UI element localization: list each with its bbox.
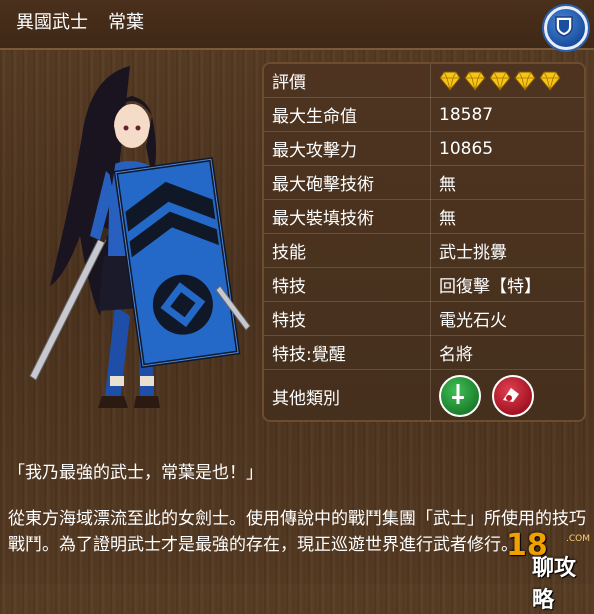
stat-value: 18587 [430, 97, 584, 132]
character-quote: 「我乃最強的武士，常葉是也！」 [8, 463, 263, 483]
rating-diamond-icon [439, 71, 461, 91]
stat-label: 特技 [264, 267, 431, 302]
rating-label: 評價 [264, 64, 431, 98]
stat-label: 技能 [264, 233, 431, 268]
stat-value: 名將 [430, 335, 584, 370]
cannon-icon[interactable] [492, 375, 535, 417]
table-row: 特技 回復擊【特】 [264, 267, 584, 302]
rating-diamond-icon [539, 71, 561, 91]
rating-diamond-icon [489, 71, 511, 91]
site-watermark-logo: 18 .COM 聊攻略 [506, 520, 590, 613]
table-row: 最大砲擊技術 無 [264, 165, 584, 200]
stat-label: 特技:覺醒 [264, 335, 431, 370]
table-row: 特技 電光石火 [264, 301, 584, 336]
rating-value [430, 64, 584, 98]
table-row: 特技:覺醒 名將 [264, 335, 584, 370]
sword-icon[interactable] [439, 375, 481, 417]
character-description: 從東方海域漂流至此的女劍士。使用傳說中的戰鬥集團「武士」所使用的技巧戰鬥。為了證… [8, 509, 586, 555]
stat-value: 無 [430, 165, 584, 200]
table-row: 其他類別 [264, 369, 585, 423]
other-category-label: 其他類別 [264, 369, 431, 422]
character-name: 常葉 [108, 12, 144, 33]
stat-label: 特技 [264, 301, 431, 336]
rating-diamond-icon [514, 71, 536, 91]
table-row: 最大攻擊力 10865 [264, 131, 584, 166]
stat-label: 最大砲擊技術 [264, 165, 431, 200]
character-portrait [20, 56, 260, 436]
rating-diamond-icon [464, 71, 486, 91]
stat-label: 最大裝填技術 [264, 199, 431, 234]
stat-value: 無 [430, 199, 584, 234]
table-row: 最大裝填技術 無 [264, 199, 584, 234]
stat-value: 回復擊【特】 [430, 267, 584, 302]
character-class: 異國武士 [16, 12, 88, 33]
stat-label: 最大生命值 [264, 97, 431, 132]
header-bar: 異國武士 常葉 [0, 0, 594, 50]
stat-label: 最大攻擊力 [264, 131, 431, 166]
stat-value: 武士挑釁 [430, 233, 584, 268]
watermark-text: 聊攻略 [532, 556, 577, 613]
table-row: 技能 武士挑釁 [264, 233, 584, 268]
stat-value: 電光石火 [430, 301, 584, 336]
stat-table: 評價 最大生命值 18587 最大攻擊力 10865 最大砲擊技術 無 最大裝填… [264, 64, 584, 422]
other-category-icons [431, 370, 585, 423]
stat-value: 10865 [430, 131, 584, 166]
stat-panel: 評價 最大生命值 18587 最大攻擊力 10865 最大砲擊技術 無 最大裝填… [262, 62, 586, 422]
table-row: 最大生命值 18587 [264, 97, 584, 132]
table-row: 評價 [264, 64, 584, 98]
watermark-sub: .COM [566, 534, 590, 544]
shield-icon[interactable] [544, 6, 588, 50]
